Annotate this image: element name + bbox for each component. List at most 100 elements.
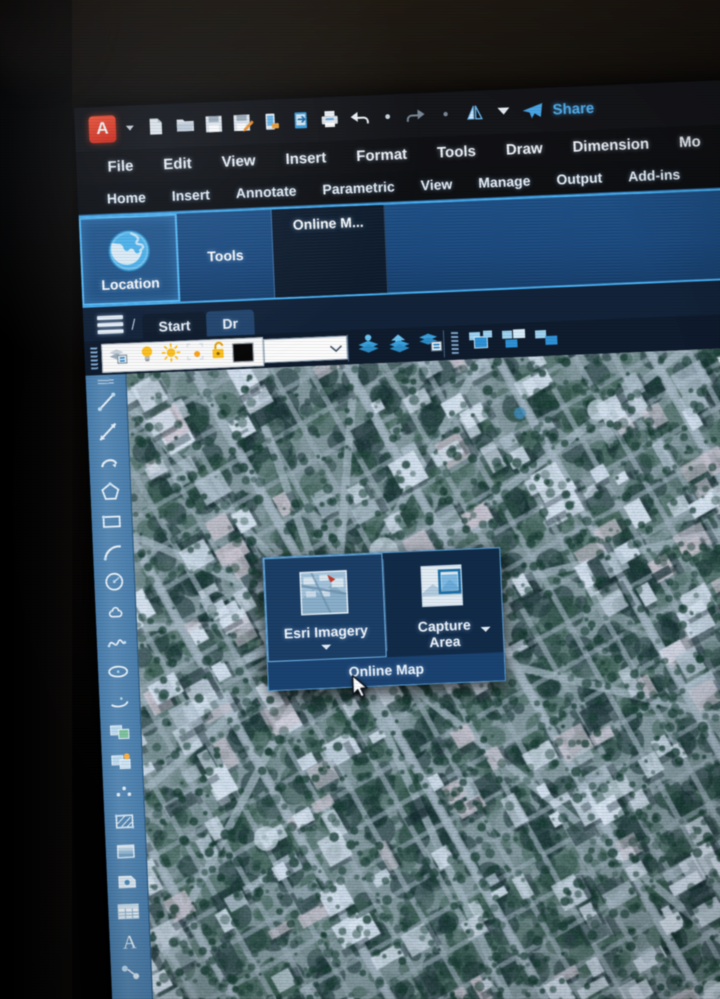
undo-dropdown-icon[interactable] (375, 105, 400, 128)
menu-item-draw[interactable]: Draw (491, 139, 558, 159)
document-tab-drawing1[interactable]: Dr (205, 309, 255, 337)
menu-item-file[interactable]: File (92, 157, 149, 176)
redo-icon[interactable] (404, 104, 429, 127)
revision-cloud-tool-icon[interactable] (100, 596, 131, 626)
point-tool-icon[interactable] (108, 776, 139, 806)
autocad-logo-letter: A (95, 118, 109, 139)
ellipse-arc-tool-icon[interactable] (104, 686, 135, 716)
tab-insert[interactable]: Insert (158, 186, 223, 205)
menu-item-edit[interactable]: Edit (148, 154, 207, 173)
undo-icon[interactable] (346, 106, 371, 129)
laptop-bezel-left (0, 0, 72, 999)
chevron-down-icon (329, 344, 342, 352)
add-selected-tool-icon[interactable] (115, 956, 146, 986)
drawing-canvas-area: A Esri Imagery Capture Area Online Map (85, 345, 720, 999)
menu-item-insert[interactable]: Insert (270, 149, 342, 169)
document-tab-start[interactable]: Start (142, 311, 207, 340)
toolbar-grip[interactable] (90, 347, 99, 370)
block-toolbar-grip[interactable] (450, 331, 459, 355)
rectangle-tool-icon[interactable] (96, 506, 127, 536)
block-insert-icon[interactable] (467, 328, 496, 356)
multiline-text-tool-icon[interactable]: A (114, 926, 145, 956)
layer-state-icons (132, 339, 259, 368)
capture-area-label-line2: Area (428, 632, 461, 650)
spline-tool-icon[interactable] (101, 626, 132, 656)
make-block-tool-icon[interactable] (106, 746, 137, 776)
online-map-button-row: Esri Imagery Capture Area (263, 548, 504, 663)
construction-line-tool-icon[interactable] (92, 416, 123, 446)
share-icon[interactable] (520, 99, 545, 122)
new-drawing-icon[interactable] (143, 115, 168, 138)
workspace-icon[interactable] (462, 101, 487, 124)
arrow-cursor (351, 674, 368, 698)
ribbon-panel-tools-label: Tools (206, 246, 244, 265)
tab-view[interactable]: View (407, 175, 465, 193)
layer-action-icons (346, 329, 444, 362)
capture-area-button[interactable]: Capture Area (383, 548, 504, 657)
save-as-icon[interactable] (230, 111, 255, 134)
save-icon[interactable] (201, 113, 226, 136)
ribbon-panel-tools[interactable]: Tools (176, 209, 276, 302)
menu-item-format[interactable]: Format (341, 145, 422, 165)
export-icon[interactable] (259, 110, 284, 133)
arc-tool-icon[interactable] (97, 536, 128, 566)
layer-toolbar-group-left (101, 336, 265, 373)
layer-color-swatch[interactable] (232, 342, 254, 362)
qat-more-icon[interactable] (491, 100, 516, 123)
layer-unlock-icon[interactable] (209, 341, 228, 366)
layer-properties-icon[interactable] (106, 344, 129, 370)
menu-item-view[interactable]: View (206, 152, 271, 172)
capture-area-icon (412, 558, 472, 614)
ribbon-panel-online-map[interactable]: Online M... (271, 204, 389, 298)
gradient-tool-icon[interactable] (110, 836, 141, 866)
layer-match-icon[interactable] (417, 330, 444, 358)
tab-annotate[interactable]: Annotate (222, 182, 309, 202)
esri-imagery-dropdown-caret-icon[interactable] (321, 644, 332, 650)
insert-block-tool-icon[interactable] (105, 716, 136, 746)
redo-dropdown-icon[interactable] (433, 103, 458, 126)
draw-toolbar-grip[interactable] (97, 377, 114, 385)
line-tool-icon[interactable] (91, 386, 122, 416)
layer-name-combo[interactable] (263, 335, 349, 364)
share-label[interactable]: Share (552, 99, 594, 118)
menu-item-modify[interactable]: Mo (664, 133, 716, 152)
layer-isolate-icon[interactable] (185, 342, 205, 367)
ribbon-panel-location-label: Location (101, 274, 161, 293)
menu-item-tools[interactable]: Tools (422, 142, 492, 162)
ribbon-panel-empty-area (384, 188, 720, 293)
circle-tool-icon[interactable] (99, 566, 130, 596)
menu-item-dimension[interactable]: Dimension (557, 135, 664, 157)
layer-thaw-sun-icon[interactable] (161, 343, 181, 368)
laptop-photo: A Share File Edit View Insert Format Too… (0, 0, 720, 999)
tab-add-ins[interactable]: Add-ins (615, 166, 694, 185)
region-tool-icon[interactable] (111, 866, 142, 896)
hatch-tool-icon[interactable] (109, 806, 140, 836)
polyline-tool-icon[interactable] (94, 446, 125, 476)
layer-on-off-bulb-icon[interactable] (137, 344, 157, 369)
esri-imagery-label: Esri Imagery (283, 621, 369, 642)
polygon-tool-icon[interactable] (95, 476, 126, 506)
block-edit-icon[interactable] (500, 326, 529, 354)
esri-imagery-icon (294, 565, 354, 621)
application-menu-caret-icon[interactable] (125, 124, 134, 131)
open-from-web-icon[interactable] (288, 109, 313, 132)
tab-separator: / (130, 316, 136, 334)
layer-previous-icon[interactable] (386, 331, 413, 359)
table-tool-icon[interactable] (113, 896, 144, 926)
open-drawing-icon[interactable] (172, 114, 197, 137)
ellipse-tool-icon[interactable] (103, 656, 134, 686)
plot-icon[interactable] (317, 108, 342, 131)
ribbon-panel-location[interactable]: Location (78, 213, 181, 306)
capture-area-dropdown-caret-icon[interactable] (480, 626, 491, 633)
block-attr-icon[interactable] (533, 325, 560, 353)
tab-manage[interactable]: Manage (465, 172, 544, 191)
tab-home[interactable]: Home (94, 188, 160, 207)
tab-output[interactable]: Output (543, 169, 615, 188)
layer-make-current-icon[interactable] (355, 333, 382, 361)
ribbon-panel-online-map-label: Online M... (292, 213, 364, 233)
autocad-logo-button[interactable]: A (88, 114, 117, 143)
tab-parametric[interactable]: Parametric (309, 178, 408, 198)
block-action-icons (442, 324, 560, 357)
hamburger-menu-icon[interactable] (96, 315, 124, 335)
esri-imagery-button[interactable]: Esri Imagery (263, 553, 387, 663)
